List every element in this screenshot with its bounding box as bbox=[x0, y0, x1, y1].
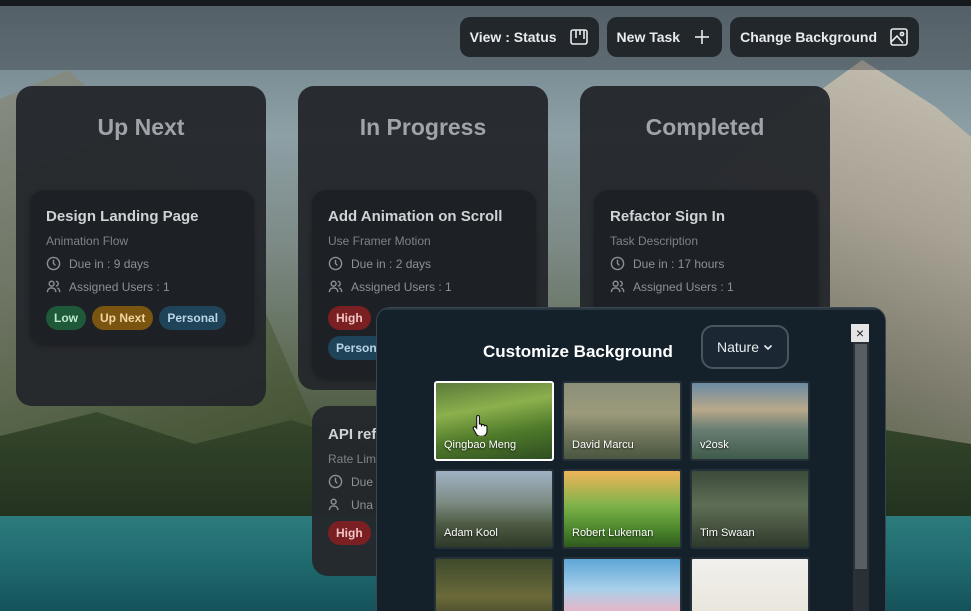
background-option[interactable]: David Marcu bbox=[562, 381, 682, 461]
task-title: Refactor Sign In bbox=[610, 208, 726, 225]
toolbar: View : Status New Task Change Background bbox=[459, 17, 919, 57]
background-option[interactable] bbox=[690, 557, 810, 611]
modal-top-stripe bbox=[377, 308, 885, 310]
clock-icon bbox=[328, 256, 343, 271]
task-subtitle: Task Description bbox=[610, 234, 699, 248]
background-option[interactable]: Robert Lukeman bbox=[562, 469, 682, 549]
column-up-next: Up Next Design Landing Page Animation Fl… bbox=[16, 86, 266, 406]
hand-pointer-icon bbox=[472, 414, 488, 436]
users-icon bbox=[46, 280, 61, 293]
tag-high[interactable]: High bbox=[328, 521, 371, 545]
background-option[interactable] bbox=[562, 557, 682, 611]
background-option[interactable]: v2osk bbox=[690, 381, 810, 461]
background-option[interactable] bbox=[434, 557, 554, 611]
view-status-button[interactable]: View : Status bbox=[459, 17, 599, 57]
tag-high[interactable]: High bbox=[328, 306, 371, 330]
task-title: Add Animation on Scroll bbox=[328, 208, 503, 225]
clock-icon bbox=[610, 256, 625, 271]
close-button[interactable]: × bbox=[851, 324, 869, 342]
column-title: In Progress bbox=[359, 114, 487, 140]
task-due: Due in : 9 days bbox=[46, 256, 238, 271]
clock-icon bbox=[46, 256, 61, 271]
task-assigned-text: Una bbox=[351, 497, 374, 512]
background-image-grid: Qingbao Meng David Marcu v2osk Adam Kool… bbox=[434, 381, 810, 611]
column-title: Completed bbox=[645, 114, 765, 140]
users-icon bbox=[328, 498, 339, 511]
clock-icon bbox=[328, 474, 343, 489]
background-option[interactable]: Adam Kool bbox=[434, 469, 554, 549]
task-due-text: Due in : 17 hours bbox=[633, 256, 725, 271]
task-due: Due in : 2 days bbox=[328, 256, 520, 271]
plus-icon bbox=[695, 30, 710, 44]
task-assigned: Assigned Users : 1 bbox=[328, 279, 520, 294]
image-author: Tim Swaan bbox=[700, 527, 755, 539]
category-selected-value: Nature bbox=[716, 339, 760, 355]
tag-low[interactable]: Low bbox=[46, 306, 86, 330]
tag-list: Low Up Next Personal bbox=[46, 306, 238, 330]
image-author: Robert Lukeman bbox=[572, 527, 654, 539]
view-status-label: View : Status bbox=[469, 29, 557, 45]
task-card[interactable]: Refactor Sign In Task Description Due in… bbox=[594, 190, 818, 320]
task-card[interactable]: Design Landing Page Animation Flow Due i… bbox=[30, 190, 254, 344]
tag-personal[interactable]: Personal bbox=[159, 306, 227, 330]
task-assigned-text: Assigned Users : 1 bbox=[633, 279, 734, 294]
image-author: Qingbao Meng bbox=[444, 439, 517, 451]
users-icon bbox=[610, 280, 625, 293]
task-subtitle: Use Framer Motion bbox=[328, 234, 431, 248]
change-background-button[interactable]: Change Background bbox=[730, 17, 919, 57]
image-author: Adam Kool bbox=[444, 527, 498, 539]
category-select[interactable]: Nature bbox=[701, 325, 789, 369]
modal-scrollbar[interactable] bbox=[853, 342, 869, 611]
task-due-text: Due in : 9 days bbox=[69, 256, 150, 271]
scrollbar-thumb[interactable] bbox=[855, 344, 867, 569]
change-background-label: Change Background bbox=[740, 29, 877, 45]
image-icon bbox=[890, 28, 908, 46]
new-task-button[interactable]: New Task bbox=[606, 17, 723, 57]
task-due: Due in : 17 hours bbox=[610, 256, 802, 271]
task-subtitle: Animation Flow bbox=[46, 234, 129, 248]
task-due-text: Due in : 2 days bbox=[351, 256, 432, 271]
task-assigned: Assigned Users : 1 bbox=[46, 279, 238, 294]
background-option[interactable]: Tim Swaan bbox=[690, 469, 810, 549]
task-due-text: Due bbox=[351, 474, 374, 489]
image-author: v2osk bbox=[700, 439, 729, 451]
image-author: David Marcu bbox=[572, 439, 634, 451]
users-icon bbox=[328, 280, 343, 293]
chevron-down-icon bbox=[763, 344, 773, 351]
task-assigned-text: Assigned Users : 1 bbox=[69, 279, 170, 294]
task-assigned: Assigned Users : 1 bbox=[610, 279, 802, 294]
modal-title: Customize Background bbox=[483, 342, 673, 361]
background-option-selected[interactable]: Qingbao Meng bbox=[434, 381, 554, 461]
task-title: Design Landing Page bbox=[46, 208, 199, 225]
tag-up-next[interactable]: Up Next bbox=[92, 306, 154, 330]
new-task-label: New Task bbox=[616, 29, 681, 45]
task-assigned-text: Assigned Users : 1 bbox=[351, 279, 452, 294]
customize-background-modal: Customize Background Nature × Qingbao Me… bbox=[376, 307, 886, 611]
column-title: Up Next bbox=[97, 114, 185, 140]
kanban-icon bbox=[569, 29, 588, 45]
